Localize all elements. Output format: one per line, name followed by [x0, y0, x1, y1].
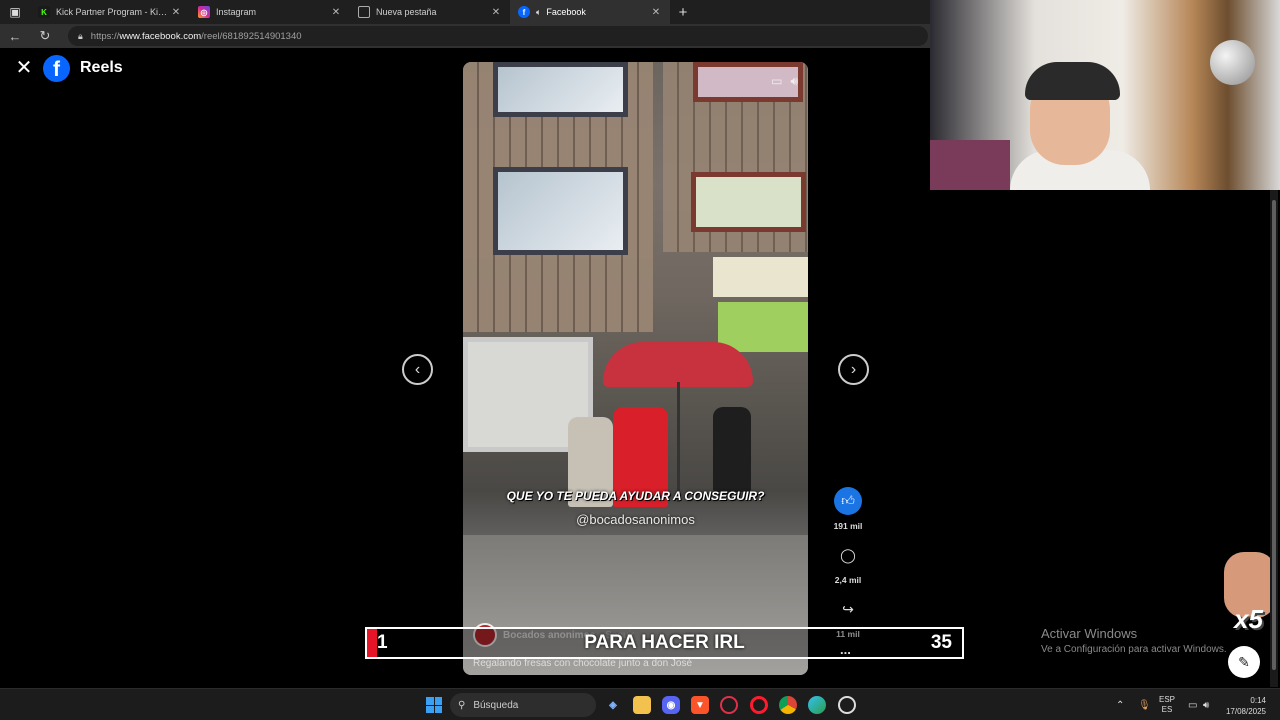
tab-title: Instagram — [216, 7, 257, 17]
webcam-overlay — [930, 0, 1280, 190]
close-tab-icon[interactable]: ✕ — [490, 7, 502, 18]
like-icon[interactable]: 👍︎ — [834, 487, 862, 515]
kick-icon: K — [38, 6, 50, 18]
tab-instagram[interactable]: ◎ Instagram ✕ — [190, 0, 350, 24]
reload-icon[interactable]: ↻ — [30, 28, 60, 44]
tab-actions-icon[interactable]: ▣ — [0, 0, 30, 24]
reel-video[interactable]: ▭ 🔊︎ QUE YO TE PUEDA AYUDAR A CONSEGUIR?… — [463, 62, 808, 675]
new-tab-icon[interactable]: + — [670, 0, 696, 24]
person-black-shirt — [713, 407, 751, 492]
page-title: Reels — [80, 59, 123, 76]
search-placeholder: Búsqueda — [473, 699, 519, 711]
windows-start-icon[interactable] — [426, 697, 442, 713]
facebook-logo-icon[interactable]: f — [43, 55, 70, 82]
like-count: 191 mil — [833, 521, 863, 531]
url-prefix: https:// — [90, 30, 120, 42]
discord-icon[interactable]: ◉ — [662, 696, 680, 714]
activate-title: Activar Windows — [1041, 626, 1138, 641]
speaker-icon[interactable]: 🔈︎ — [536, 7, 541, 18]
back-icon[interactable]: ← — [0, 29, 30, 44]
address-bar[interactable]: 🔒︎ https://www.facebook.com/reel/6818925… — [68, 26, 928, 46]
tab-title: Facebook — [546, 7, 586, 17]
goal-label: PARA HACER IRL — [584, 632, 745, 653]
search-icon: ⚲ — [458, 699, 466, 711]
tab-new-tab[interactable]: Nueva pestaña ✕ — [350, 0, 510, 24]
taskbar-search[interactable]: ⚲ Búsqueda — [450, 693, 596, 717]
tray-chevron-icon[interactable]: ⌃ — [1116, 689, 1124, 720]
reel-actions: 👍︎ 191 mil ◯ 2,4 mil ↪ 11 mil — [828, 487, 868, 649]
building-window — [493, 167, 628, 255]
brave-icon[interactable]: ▼ — [691, 696, 709, 714]
language-top: ESP — [1159, 695, 1176, 704]
close-tab-icon[interactable]: ✕ — [650, 7, 662, 18]
previous-reel-button[interactable]: ‹ — [402, 354, 433, 385]
microphone-icon[interactable]: 🎙︎ — [1138, 689, 1151, 720]
green-banner — [718, 302, 808, 352]
video-controls: ▭ 🔊︎ — [771, 74, 798, 89]
lock-icon[interactable]: 🔒︎ — [78, 31, 83, 42]
webcam-background — [930, 140, 1010, 190]
activate-subtitle: Ve a Configuración para activar Windows. — [1041, 644, 1227, 655]
comment-icon[interactable]: ◯ — [834, 541, 862, 569]
close-tab-icon[interactable]: ✕ — [330, 7, 342, 18]
page-scrollbar[interactable] — [1270, 190, 1278, 687]
webcam-balloon — [1210, 40, 1255, 85]
clock-time: 0:14 — [1250, 696, 1266, 705]
more-options-icon[interactable]: ... — [840, 642, 851, 657]
url-path: /reel/681892514901340 — [201, 30, 302, 42]
close-tab-icon[interactable]: ✕ — [170, 7, 182, 18]
close-reels-icon[interactable]: ✕ — [14, 58, 34, 78]
opera-gx-icon[interactable] — [720, 696, 738, 714]
video-watermark-handle: @bocadosanonimos — [576, 512, 695, 527]
captions-icon[interactable]: ▭ — [771, 74, 782, 89]
school-sign — [713, 257, 808, 297]
goal-target: 35 — [930, 632, 952, 653]
scrollbar-thumb[interactable] — [1272, 200, 1276, 670]
screen: ▣ K Kick Partner Program - Kick Dashb ✕ … — [0, 0, 1280, 720]
tab-kick[interactable]: K Kick Partner Program - Kick Dashb ✕ — [30, 0, 190, 24]
comment-count: 2,4 mil — [834, 575, 862, 585]
opera-icon[interactable] — [750, 696, 768, 714]
building-window — [691, 172, 806, 232]
streamer-cap — [1025, 62, 1120, 100]
share-icon[interactable]: ↪ — [834, 595, 862, 623]
next-reel-button[interactable]: › — [838, 354, 869, 385]
newtab-icon — [358, 6, 370, 18]
sticker-multiplier: x5 — [1234, 604, 1263, 634]
tab-facebook[interactable]: f 🔈︎ Facebook ✕ — [510, 0, 670, 24]
browser-toolbar: ← ↻ 🔒︎ https://www.facebook.com/reel/681… — [0, 24, 930, 48]
umbrella-pole — [677, 382, 680, 502]
instagram-icon: ◎ — [198, 6, 210, 18]
system-clock[interactable]: 0:14 17/08/2025 — [1222, 695, 1266, 717]
obs-icon[interactable] — [838, 696, 856, 714]
tab-title: Nueva pestaña — [376, 7, 437, 17]
volume-tray-icon[interactable]: 🔊︎ — [1203, 689, 1209, 720]
tab-title: Kick Partner Program - Kick Dashb — [56, 7, 170, 17]
chrome-icon[interactable] — [779, 696, 797, 714]
language-indicator[interactable]: ESP ES — [1159, 695, 1175, 715]
browser-tab-strip: ▣ K Kick Partner Program - Kick Dashb ✕ … — [0, 0, 930, 24]
edge-icon[interactable] — [808, 696, 826, 714]
reel-description: Regalando fresas con chocolate junto a d… — [473, 658, 693, 669]
volume-icon[interactable]: 🔊︎ — [790, 74, 798, 89]
video-caption: QUE YO TE PUEDA AYUDAR A CONSEGUIR? — [506, 489, 765, 503]
file-explorer-icon[interactable] — [633, 696, 651, 714]
facebook-icon: f — [518, 6, 530, 18]
stream-goal-bar: 1 PARA HACER IRL 35 — [365, 627, 964, 659]
building-window — [493, 62, 628, 117]
facebook-logo-letter: f — [53, 58, 60, 81]
red-umbrella — [603, 342, 753, 387]
network-icon[interactable]: ▭ — [1188, 689, 1197, 720]
clock-date: 17/08/2025 — [1225, 707, 1266, 716]
activate-windows-watermark: Activar Windows Ve a Configuración para … — [1041, 626, 1227, 655]
windows-taskbar: ⚲ Búsqueda ◈ ◉ ▼ ⌃ 🎙︎ ESP ES ▭ 🔊︎ 0:14 1… — [0, 688, 1280, 720]
copilot-icon[interactable]: ◈ — [604, 696, 622, 714]
edit-icon[interactable]: ✎ — [1228, 646, 1260, 678]
language-bottom: ES — [1161, 705, 1173, 714]
url-domain: www.facebook.com — [119, 30, 202, 42]
